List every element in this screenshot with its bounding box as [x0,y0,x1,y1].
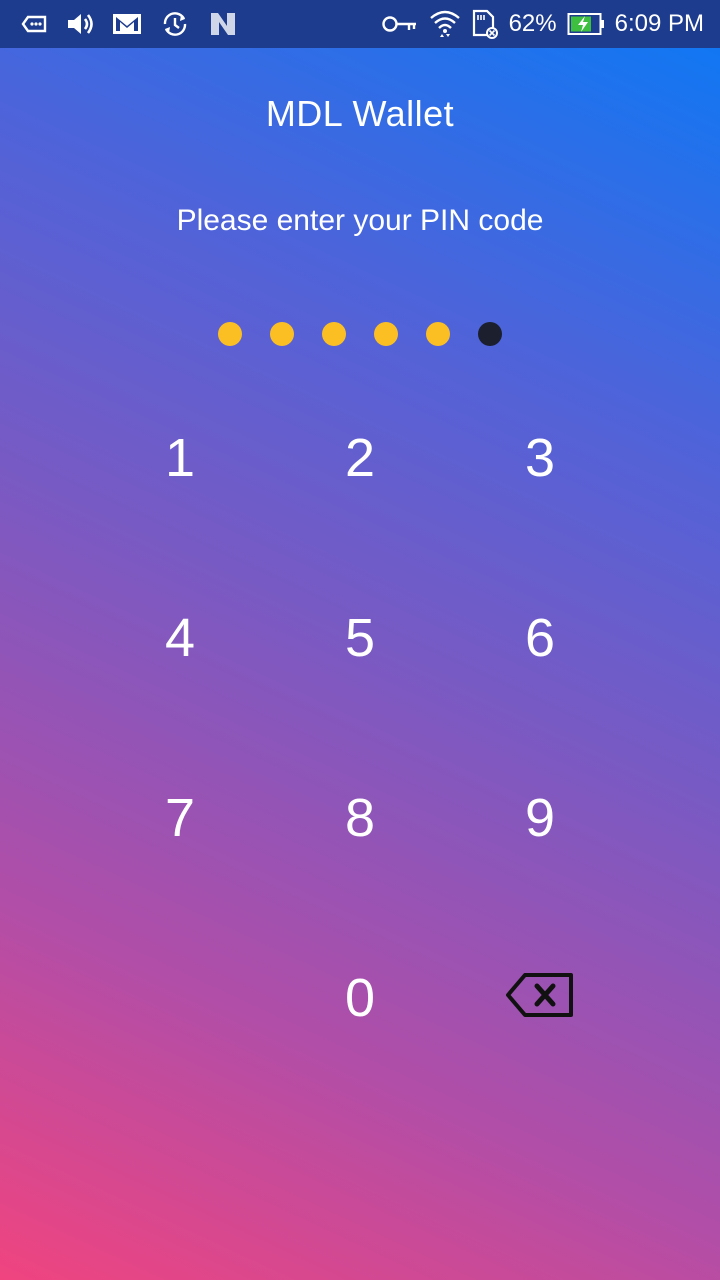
status-bar-left [20,0,238,48]
keypad-key-3[interactable]: 3 [470,403,610,513]
keypad-key-8[interactable]: 8 [290,763,430,873]
keypad-key-7[interactable]: 7 [110,763,250,873]
pin-dot-filled [426,322,450,346]
keypad-key-9[interactable]: 9 [470,763,610,873]
pin-dot-filled [322,322,346,346]
backspace-icon [506,973,573,1017]
wifi-icon [429,10,460,37]
keyboard-icon [21,15,47,33]
clock: 6:09 PM [614,10,704,37]
battery-charging-icon [567,13,604,35]
volume-icon [68,14,93,34]
pin-dot-filled [270,322,294,346]
gmail-icon [113,14,141,34]
status-bar: 62% 6:09 PM [0,0,720,48]
keypad-key-4[interactable]: 4 [110,583,250,693]
sync-icon [163,12,187,36]
pin-indicator [218,322,502,346]
pin-dot-filled [374,322,398,346]
pin-prompt: Please enter your PIN code [176,204,544,237]
keypad-key-5[interactable]: 5 [290,583,430,693]
battery-percent: 62% [508,10,557,37]
keypad-key-6[interactable]: 6 [470,583,610,693]
keypad-key-1[interactable]: 1 [110,403,250,513]
backspace-button[interactable] [470,940,610,1050]
pin-dot-filled [218,322,242,346]
keypad-key-0[interactable]: 0 [290,943,430,1053]
app-title: MDL Wallet [265,93,455,134]
status-bar-right: 62% 6:09 PM [381,0,704,48]
pin-dot-empty [478,322,502,346]
keypad-key-2[interactable]: 2 [290,403,430,513]
vpn-key-icon [381,16,416,32]
sim-card-icon [472,9,498,39]
n-icon [211,13,235,35]
